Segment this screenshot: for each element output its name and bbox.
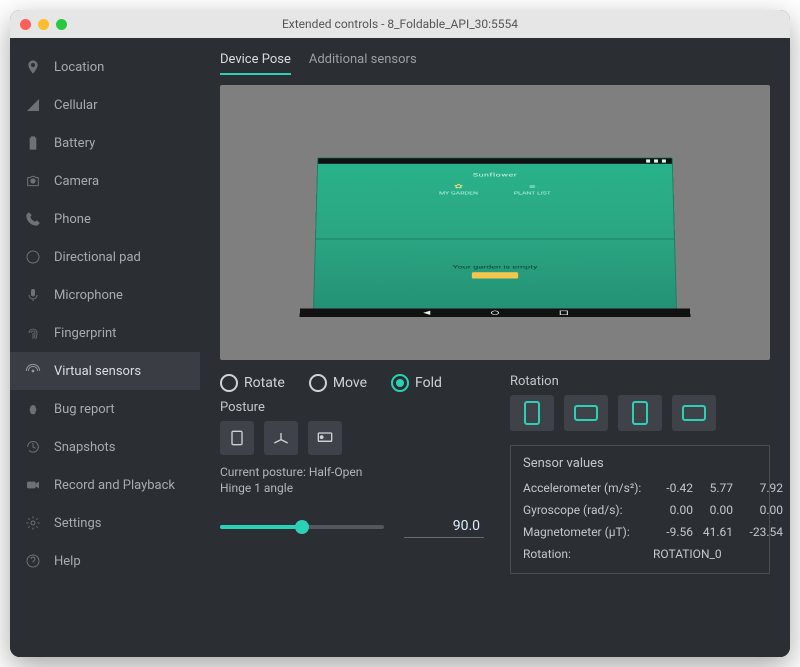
- tab-device-pose[interactable]: Device Pose: [220, 52, 291, 75]
- rotation-landscape-left-button[interactable]: [564, 395, 608, 431]
- sidebar-item-camera[interactable]: Camera: [10, 162, 200, 200]
- nav-home-icon: [491, 311, 499, 315]
- sidebar-item-label: Bug report: [54, 402, 115, 417]
- sensor-accel-x: -0.42: [653, 481, 693, 495]
- sidebar-item-microphone[interactable]: Microphone: [10, 276, 200, 314]
- sensor-values-label: Sensor values: [523, 456, 757, 471]
- rotation-portrait-button[interactable]: [510, 395, 554, 431]
- sidebar-item-settings[interactable]: Settings: [10, 504, 200, 542]
- posture-flat-button[interactable]: [220, 421, 254, 455]
- sensor-accel-z: 7.92: [733, 481, 783, 495]
- zoom-window[interactable]: [56, 19, 67, 30]
- sensor-mag-y: 41.61: [693, 525, 733, 539]
- sidebar-item-fingerprint[interactable]: Fingerprint: [10, 314, 200, 352]
- rotation-landscape-right-button[interactable]: [672, 395, 716, 431]
- sensor-accel-y: 5.77: [693, 481, 733, 495]
- microphone-icon: [24, 286, 42, 304]
- sensor-rotation-value: ROTATION_0: [653, 547, 783, 561]
- snapshot-icon: [24, 438, 42, 456]
- sidebar-item-label: Snapshots: [54, 440, 116, 455]
- sidebar-item-label: Phone: [54, 212, 91, 227]
- mode-label: Rotate: [244, 375, 285, 391]
- mode-move[interactable]: Move: [309, 374, 367, 392]
- sidebar-item-phone[interactable]: Phone: [10, 200, 200, 238]
- sensors-icon: [24, 362, 42, 380]
- tabs: Device Pose Additional sensors: [220, 52, 770, 75]
- sidebar-item-battery[interactable]: Battery: [10, 124, 200, 162]
- nav-back-icon: [422, 311, 430, 315]
- sidebar-item-label: Help: [54, 554, 81, 569]
- posture-halfopen-button[interactable]: [264, 421, 298, 455]
- preview-add-button: [472, 272, 518, 278]
- tab-additional-sensors[interactable]: Additional sensors: [309, 52, 417, 75]
- sensor-gyro-label: Gyroscope (rad/s):: [523, 503, 653, 517]
- hinge-angle-value[interactable]: 90.0: [404, 515, 484, 538]
- phone-icon: [24, 210, 42, 228]
- help-icon: [24, 552, 42, 570]
- sensor-mag-label: Magnetometer (μT):: [523, 525, 653, 539]
- mode-fold[interactable]: Fold: [391, 374, 442, 392]
- sidebar-item-label: Location: [54, 60, 104, 75]
- mode-label: Move: [333, 375, 367, 391]
- minimize-window[interactable]: [38, 19, 49, 30]
- close-window[interactable]: [20, 19, 31, 30]
- sidebar-item-label: Fingerprint: [54, 326, 116, 341]
- battery-icon: [24, 134, 42, 152]
- gear-icon: [24, 514, 42, 532]
- sidebar-item-label: Camera: [54, 174, 99, 189]
- sidebar: Location Cellular Battery Camera Phone D…: [10, 38, 200, 657]
- sensor-gyro-y: 0.00: [693, 503, 733, 517]
- sidebar-item-label: Microphone: [54, 288, 123, 303]
- nav-recents-icon: [560, 311, 568, 315]
- posture-tabletop-button[interactable]: [308, 421, 342, 455]
- sensor-gyro-z: 0.00: [733, 503, 783, 517]
- record-icon: [24, 476, 42, 494]
- sidebar-item-label: Virtual sensors: [54, 364, 141, 379]
- sidebar-item-cellular[interactable]: Cellular: [10, 86, 200, 124]
- posture-label: Posture: [220, 400, 484, 415]
- sidebar-item-label: Record and Playback: [54, 478, 175, 493]
- sidebar-item-label: Settings: [54, 516, 101, 531]
- sidebar-item-directional-pad[interactable]: Directional pad: [10, 238, 200, 276]
- fingerprint-icon: [24, 324, 42, 342]
- sidebar-item-help[interactable]: Help: [10, 542, 200, 580]
- device-preview[interactable]: Sunflower ✿MY GARDEN ≡PLANT LIST Your ga…: [220, 85, 770, 360]
- window-title: Extended controls - 8_Foldable_API_30:55…: [10, 17, 790, 31]
- window: Extended controls - 8_Foldable_API_30:55…: [10, 10, 790, 657]
- dpad-icon: [24, 248, 42, 266]
- mode-label: Fold: [415, 375, 442, 391]
- sidebar-item-snapshots[interactable]: Snapshots: [10, 428, 200, 466]
- sensor-mag-x: -9.56: [653, 525, 693, 539]
- sidebar-item-label: Battery: [54, 136, 95, 151]
- sidebar-item-record-playback[interactable]: Record and Playback: [10, 466, 200, 504]
- sidebar-item-virtual-sensors[interactable]: Virtual sensors: [10, 352, 200, 390]
- sensor-rotation-label: Rotation:: [523, 547, 653, 561]
- sensor-accel-label: Accelerometer (m/s²):: [523, 481, 653, 495]
- preview-app-title: Sunflower: [318, 173, 673, 179]
- sensor-values-box: Sensor values Accelerometer (m/s²): -0.4…: [510, 445, 770, 574]
- sidebar-item-location[interactable]: Location: [10, 48, 200, 86]
- mode-rotate[interactable]: Rotate: [220, 374, 285, 392]
- sensor-mag-z: -23.54: [733, 525, 783, 539]
- location-icon: [24, 58, 42, 76]
- sensor-gyro-x: 0.00: [653, 503, 693, 517]
- sidebar-item-bug-report[interactable]: Bug report: [10, 390, 200, 428]
- window-controls: [20, 19, 67, 30]
- preview-tab-right: PLANT LIST: [514, 191, 551, 195]
- rotation-portrait-reverse-button[interactable]: [618, 395, 662, 431]
- bug-icon: [24, 400, 42, 418]
- titlebar: Extended controls - 8_Foldable_API_30:55…: [10, 10, 790, 38]
- preview-empty-msg: Your garden is empty: [315, 265, 675, 270]
- sidebar-item-label: Directional pad: [54, 250, 141, 265]
- main-panel: Device Pose Additional sensors Sunflower…: [200, 38, 790, 657]
- pose-mode-group: Rotate Move Fold: [220, 374, 484, 392]
- hinge-angle-slider[interactable]: [220, 525, 384, 529]
- rotation-label: Rotation: [510, 374, 770, 389]
- camera-icon: [24, 172, 42, 190]
- hinge-angle-label: Hinge 1 angle: [220, 481, 293, 495]
- preview-tab-left: MY GARDEN: [439, 191, 478, 195]
- cellular-icon: [24, 96, 42, 114]
- current-posture: Current posture: Half-Open: [220, 465, 484, 479]
- sidebar-item-label: Cellular: [54, 98, 97, 113]
